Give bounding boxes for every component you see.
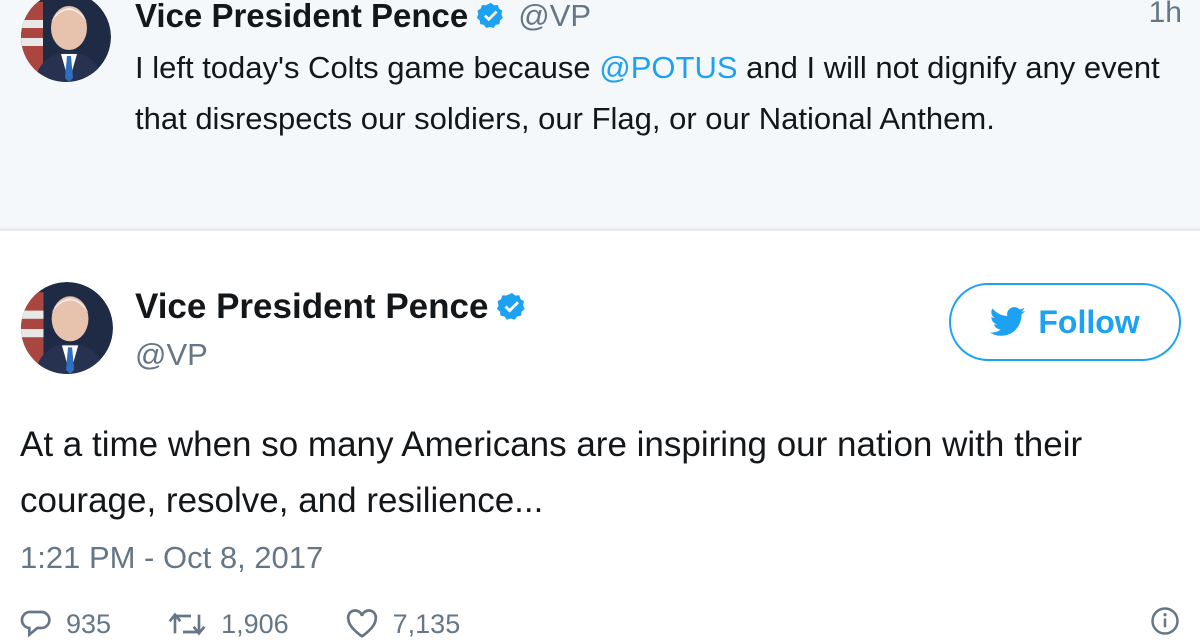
tweet-actions: 935 1,906 7,135 bbox=[20, 604, 1190, 644]
retweet-icon bbox=[168, 612, 206, 636]
tweet-timestamp[interactable]: 1h bbox=[1149, 0, 1182, 30]
like-icon bbox=[346, 609, 377, 638]
verified-badge-icon bbox=[476, 1, 506, 31]
reply-button[interactable]: 935 bbox=[20, 609, 111, 640]
avatar[interactable] bbox=[21, 0, 111, 82]
reply-count: 935 bbox=[66, 608, 112, 639]
more-button[interactable] bbox=[1150, 606, 1180, 643]
user-name[interactable]: Vice President Pence bbox=[135, 287, 488, 327]
mention-link[interactable]: @POTUS bbox=[599, 50, 737, 85]
avatar[interactable] bbox=[21, 282, 113, 374]
reply-icon bbox=[20, 610, 51, 638]
more-icon bbox=[1151, 607, 1179, 635]
follow-label: Follow bbox=[1038, 303, 1140, 340]
main-tweet-header: Vice President Pence bbox=[135, 283, 528, 331]
divider bbox=[0, 228, 1200, 231]
top-tweet-header: Vice President Pence @VP bbox=[135, 0, 591, 38]
retweet-button[interactable]: 1,906 bbox=[167, 609, 289, 640]
tweet-date[interactable]: 1:21 PM - Oct 8, 2017 bbox=[20, 540, 323, 576]
like-count: 7,135 bbox=[392, 608, 461, 639]
user-handle[interactable]: @VP bbox=[135, 337, 208, 373]
tweet-text: I left today's Colts game because @POTUS… bbox=[135, 42, 1175, 144]
like-button[interactable]: 7,135 bbox=[345, 608, 461, 640]
top-tweet-card[interactable]: Vice President Pence @VP 1h I left today… bbox=[0, 0, 1200, 228]
follow-button[interactable]: Follow bbox=[949, 283, 1181, 361]
verified-badge-icon bbox=[496, 291, 528, 323]
tweet-text: At a time when so many Americans are ins… bbox=[20, 425, 1083, 520]
twitter-bird-icon bbox=[990, 307, 1026, 336]
tweet-text-part: I left today's Colts game because bbox=[135, 50, 600, 85]
user-handle[interactable]: @VP bbox=[518, 0, 591, 34]
retweet-count: 1,906 bbox=[221, 608, 289, 639]
user-name[interactable]: Vice President Pence bbox=[135, 0, 468, 35]
